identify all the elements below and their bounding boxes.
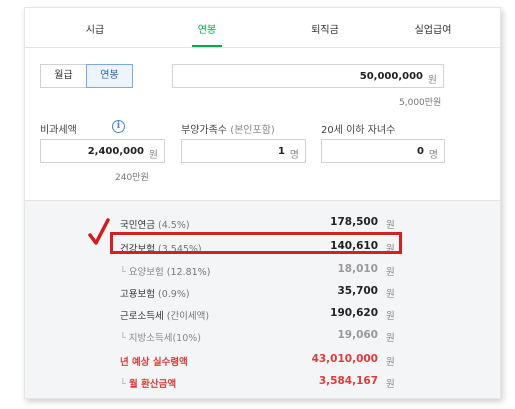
info-icon[interactable]: i — [112, 120, 125, 133]
result-value-local-tax: 19,060 — [337, 329, 378, 341]
salary-korean-amount: 5,000만원 — [399, 98, 442, 108]
result-unit-pension: 원 — [386, 220, 395, 231]
result-label-income-tax: 근로소득세 (간이세액) — [120, 311, 210, 322]
children-value: 0 — [417, 146, 424, 157]
result-value-pension: 178,500 — [330, 216, 378, 228]
tab-unemployment[interactable]: 실업급여 — [388, 21, 478, 36]
nontax-value: 2,400,000 — [87, 146, 144, 157]
salary-value: 50,000,000 — [359, 71, 423, 82]
result-label-local-tax: └ 지방소득세(10%) — [120, 333, 201, 344]
children-label: 20세 이하 자녀수 — [321, 125, 396, 136]
annual-toggle-button[interactable]: 연봉 — [86, 64, 133, 88]
children-unit: 명 — [428, 150, 438, 161]
result-unit-local-tax: 원 — [386, 333, 395, 344]
result-value-income-tax: 190,620 — [330, 307, 378, 319]
nontax-input[interactable]: 2,400,000 원 — [40, 139, 165, 163]
dependents-value: 1 — [278, 146, 285, 157]
salary-input[interactable]: 50,000,000 원 — [172, 64, 444, 88]
result-unit-monthly-net: 원 — [386, 379, 395, 390]
nontax-korean-amount: 240만원 — [115, 173, 149, 183]
result-label-pension: 국민연금 (4.5%) — [120, 220, 190, 231]
result-label-monthly-net: └ 월 환산금액 — [120, 379, 177, 390]
result-unit-employment: 원 — [386, 289, 395, 300]
children-input[interactable]: 0 명 — [321, 139, 445, 163]
result-label-employment: 고용보험 (0.9%) — [120, 289, 190, 300]
result-unit-income-tax: 원 — [386, 311, 395, 322]
tab-hourly[interactable]: 시급 — [50, 21, 140, 36]
highlight-box — [110, 232, 402, 254]
result-value-employment: 35,700 — [337, 285, 378, 297]
dependents-input[interactable]: 1 명 — [181, 139, 306, 163]
result-label-longterm-care: └ 요양보험 (12.81%) — [120, 267, 211, 278]
dependents-label: 부양가족수 (본인포함) — [181, 125, 275, 136]
result-unit-longterm-care: 원 — [386, 267, 395, 278]
result-value-longterm-care: 18,010 — [337, 263, 378, 275]
result-value-monthly-net: 3,584,167 — [318, 375, 378, 387]
checkmark-icon — [88, 218, 110, 245]
result-label-annual-net: 년 예상 실수령액 — [120, 357, 188, 368]
active-tab-indicator — [192, 45, 222, 47]
nontax-label: 비과세액 — [40, 125, 77, 136]
nontax-unit: 원 — [148, 150, 158, 161]
result-unit-annual-net: 원 — [386, 357, 395, 368]
salary-calculator-card: 시급 연봉 퇴직금 실업급여 월급 연봉 50,000,000 원 5,000만… — [24, 7, 501, 399]
dependents-unit: 명 — [289, 150, 299, 161]
salary-unit: 원 — [427, 75, 437, 86]
tab-annual[interactable]: 연봉 — [162, 21, 252, 36]
monthly-toggle-button[interactable]: 월급 — [40, 64, 87, 88]
tab-severance[interactable]: 퇴직금 — [280, 21, 370, 36]
result-value-annual-net: 43,010,000 — [311, 353, 378, 365]
calculator-tabs: 시급 연봉 퇴직금 실업급여 — [25, 8, 500, 48]
